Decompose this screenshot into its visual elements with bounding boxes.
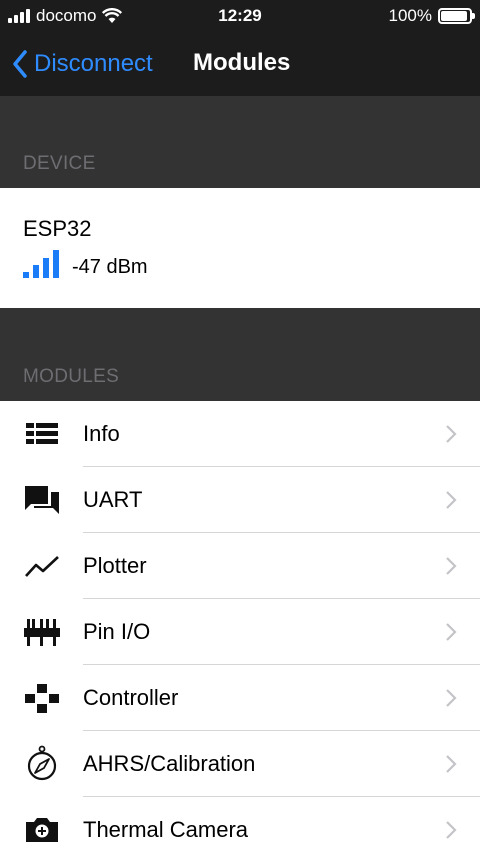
module-label: UART	[83, 487, 143, 512]
cellular-signal-icon	[8, 9, 30, 23]
carrier-name: docomo	[36, 6, 97, 25]
disconnect-button[interactable]: Disconnect	[12, 48, 153, 80]
rssi-value: -47 dBm	[72, 256, 148, 278]
list-icon	[26, 423, 58, 444]
chevron-right-icon	[446, 425, 457, 443]
battery-fill	[441, 11, 467, 21]
rssi-bar	[43, 258, 49, 278]
rssi-bar	[33, 265, 39, 278]
page-title: Modules	[193, 49, 291, 76]
module-label: Thermal Camera	[83, 817, 249, 842]
module-row-ahrs-calibration[interactable]: AHRS/Calibration	[0, 731, 480, 797]
module-label: Pin I/O	[83, 619, 151, 644]
wifi-icon	[102, 8, 123, 23]
chevron-right-icon	[446, 755, 457, 773]
module-label: Plotter	[83, 553, 147, 578]
module-row-uart[interactable]: UART	[0, 467, 480, 533]
chat-icon	[25, 486, 59, 514]
modules-list: Info UART Plotter Pin I/O Controller AHR…	[0, 401, 480, 852]
device-name: ESP32	[23, 216, 92, 241]
chevron-right-icon	[446, 557, 457, 575]
status-left: docomo	[8, 6, 123, 26]
modules-section-label: MODULES	[23, 366, 120, 387]
gamepad-icon	[25, 684, 59, 713]
module-label: Controller	[83, 685, 179, 710]
chevron-right-icon	[446, 821, 457, 839]
disconnect-label: Disconnect	[34, 50, 153, 77]
chevron-left-icon	[13, 50, 27, 78]
module-row-controller[interactable]: Controller	[0, 665, 480, 731]
modules-section-header: MODULES	[0, 308, 480, 401]
module-row-thermal-camera[interactable]: Thermal Camera	[0, 797, 480, 852]
rssi-signal-icon	[23, 250, 59, 278]
status-right: 100%	[388, 6, 475, 26]
chevron-right-icon	[446, 623, 457, 641]
status-bar: docomo 12:29 100%	[0, 0, 480, 34]
module-row-pin-io[interactable]: Pin I/O	[0, 599, 480, 665]
module-label: Info	[83, 421, 120, 446]
battery-icon	[438, 8, 475, 24]
device-section-header: DEVICE	[0, 96, 480, 188]
rssi-bar	[23, 272, 29, 278]
device-section-label: DEVICE	[23, 153, 96, 174]
module-row-info[interactable]: Info	[0, 401, 480, 467]
module-row-plotter[interactable]: Plotter	[0, 533, 480, 599]
battery-percent: 100%	[388, 6, 432, 25]
chevron-right-icon	[446, 491, 457, 509]
pins-icon	[24, 619, 60, 646]
module-label: AHRS/Calibration	[83, 751, 256, 776]
navigation-bar: Disconnect Modules	[0, 34, 480, 96]
camera-icon	[26, 818, 58, 842]
chevron-right-icon	[446, 689, 457, 707]
compass-icon	[27, 745, 57, 781]
rssi-bar	[53, 250, 59, 278]
line-chart-icon	[25, 556, 59, 577]
device-cell: ESP32 -47 dBm	[0, 188, 480, 308]
